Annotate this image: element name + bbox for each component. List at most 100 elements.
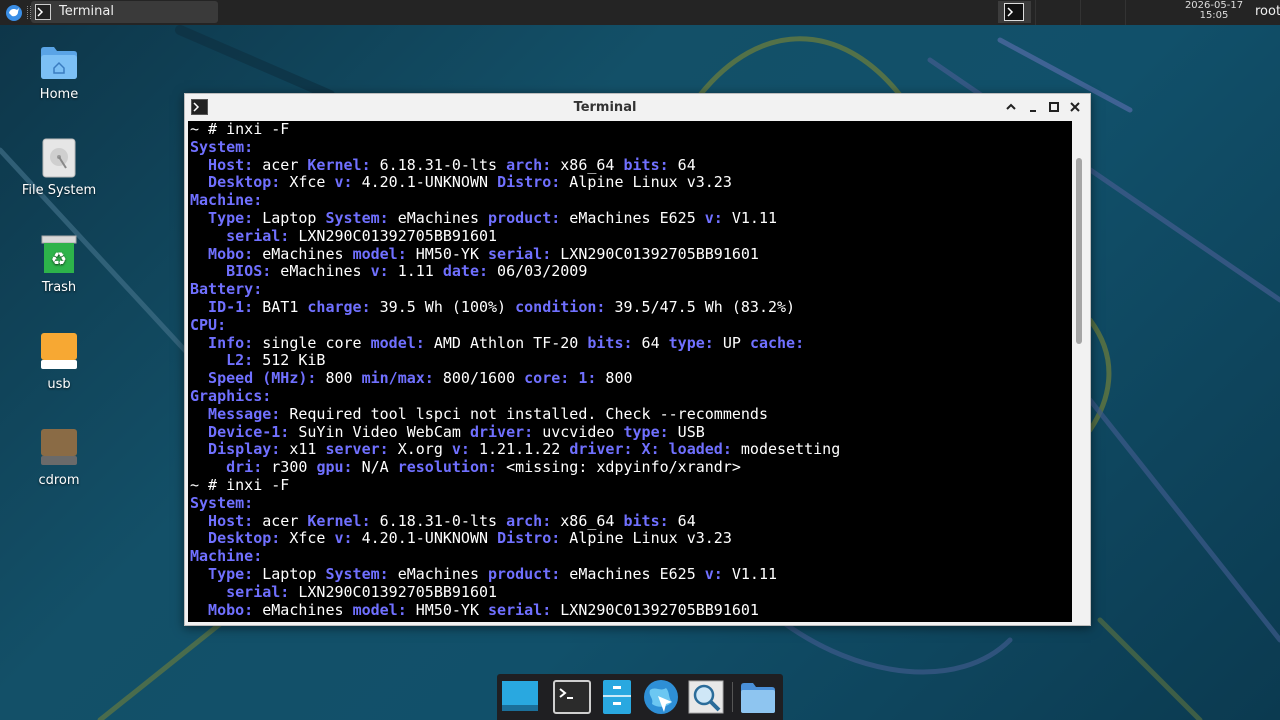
terminal-key: model: (370, 333, 425, 352)
terminal-value: LXN290C01392705BB91601 (289, 582, 498, 601)
desktop-icon-label: usb (47, 377, 71, 392)
terminal-key: type: (623, 422, 669, 441)
terminal-key: Graphics: (190, 386, 272, 405)
terminal-key: product: (488, 564, 561, 583)
window-title: Terminal (573, 100, 637, 115)
window-maximize-button[interactable] (1046, 99, 1062, 115)
terminal-scrollbar[interactable] (1072, 121, 1087, 622)
svg-text:♻: ♻ (51, 249, 67, 270)
terminal-line: Machine: (190, 547, 840, 566)
terminal-line: ~ # inxi -F (190, 121, 840, 139)
terminal-key: CPU: (190, 315, 227, 334)
terminal-line: Type: Laptop System: eMachines product: … (190, 564, 840, 584)
dock-app-finder[interactable] (687, 678, 725, 716)
terminal-value: BAT1 (253, 297, 308, 316)
desktop-icon-usb[interactable]: usb (15, 332, 103, 392)
terminal-line: Mobo: eMachines model: HM50-YK serial: L… (190, 244, 840, 264)
terminal-icon (553, 680, 591, 714)
terminal-line: L2: 512 KiB (190, 351, 840, 370)
user-name[interactable]: root (1255, 4, 1280, 19)
dock-show-desktop[interactable] (501, 678, 539, 716)
terminal-key: Desktop: (190, 173, 281, 192)
terminal-icon (35, 4, 51, 20)
terminal-key: min/max: (361, 369, 434, 388)
terminal-key: L2: (190, 351, 254, 370)
clock[interactable]: 2026-05-17 15:05 (1178, 1, 1250, 21)
terminal-value: eMachines (388, 564, 489, 583)
terminal-key: Machine: (190, 191, 263, 210)
terminal-key: Distro: (497, 173, 561, 192)
terminal-line: Battery: (190, 280, 840, 299)
terminal-value: X.org (388, 440, 452, 459)
terminal-key: System: (325, 208, 389, 227)
terminal-key: server: (325, 440, 389, 459)
terminal-value: Laptop (253, 208, 326, 227)
terminal-key: v: (370, 262, 389, 281)
terminal-key: Mobo: (190, 244, 254, 263)
terminal-value: N/A (352, 458, 398, 477)
desktop-icon-label: cdrom (38, 473, 80, 488)
terminal-value: Xfce (280, 173, 335, 192)
terminal-key: v: (334, 173, 353, 192)
terminal-line: CPU: (190, 315, 840, 335)
desktop-icon-label: Trash (41, 280, 77, 295)
cdrom-drive-icon (41, 429, 77, 465)
terminal-value: eMachines (253, 600, 353, 619)
terminal-value: LXN290C01392705BB91601 (551, 600, 759, 619)
terminal-key: serial: (488, 244, 552, 263)
window-close-button[interactable] (1067, 99, 1083, 115)
terminal-value: modesetting (731, 440, 841, 459)
terminal-key: resolution: (397, 458, 498, 477)
terminal-window[interactable]: Terminal ~ # inxi -F System: Host: acer K… (184, 93, 1091, 626)
terminal-lines: ~ # inxi -F System: Host: acer Kernel: 6.… (190, 121, 840, 619)
terminal-key: serial: (190, 226, 290, 245)
terminal-key: ID-1: (190, 297, 254, 316)
terminal-key: bits: (623, 155, 669, 174)
terminal-key: arch: (506, 511, 552, 530)
window-minimize-button[interactable] (1025, 99, 1041, 115)
terminal-value: 800 (596, 369, 633, 388)
terminal-output[interactable]: ~ # inxi -F System: Host: acer Kernel: 6.… (188, 121, 1072, 622)
window-shade-button[interactable] (1003, 99, 1019, 115)
dock-folder[interactable] (739, 678, 777, 716)
dock-file-manager[interactable] (598, 678, 636, 716)
dock-web-browser[interactable] (642, 678, 680, 716)
scrollbar-thumb[interactable] (1076, 158, 1082, 344)
terminal-key: System: (190, 137, 254, 156)
terminal-value: <missing: xdpyinfo/xrandr> (497, 458, 741, 477)
terminal-line: Desktop: Xfce v: 4.20.1-UNKNOWN Distro: … (190, 529, 840, 548)
terminal-value: eMachines E625 (560, 208, 705, 227)
terminal-value: HM50-YK (406, 600, 489, 619)
applications-menu-button[interactable] (4, 2, 24, 22)
terminal-key: Speed (MHz): (190, 369, 317, 388)
terminal-line: Device-1: SuYin Video WebCam driver: uvc… (190, 422, 840, 442)
panel-empty-cell (1035, 0, 1080, 25)
taskbar-terminal-button[interactable]: Terminal (31, 1, 218, 23)
terminal-value: AMD Athlon TF-20 (424, 333, 588, 352)
terminal-key: v: (704, 564, 723, 583)
terminal-line: Desktop: Xfce v: 4.20.1-UNKNOWN Distro: … (190, 173, 840, 192)
terminal-value: Laptop (253, 564, 326, 583)
terminal-key: date: (442, 262, 489, 281)
terminal-key: bits: (623, 511, 669, 530)
dock (497, 674, 783, 720)
trash-icon: ♻ (41, 235, 77, 273)
dock-terminal[interactable] (553, 678, 591, 716)
terminal-value: V1.11 (722, 564, 778, 583)
desktop-icon-file-system[interactable]: File System (15, 138, 103, 198)
terminal-value: 64 (632, 333, 669, 352)
terminal-launcher-button[interactable] (998, 1, 1031, 23)
desktop-icon-cdrom[interactable]: cdrom (15, 428, 103, 488)
terminal-value: V1.11 (722, 208, 778, 227)
terminal-line: ~ # inxi -F (190, 476, 840, 495)
window-titlebar[interactable]: Terminal (185, 94, 1090, 121)
terminal-value: 1.11 (388, 262, 443, 281)
terminal-key: serial: (488, 600, 552, 619)
folder-icon (741, 683, 775, 713)
terminal-line: Host: acer Kernel: 6.18.31-0-lts arch: x… (190, 155, 840, 175)
desktop-icon-home[interactable]: Home (15, 42, 103, 102)
desktop-icon-trash[interactable]: ♻ Trash (15, 235, 103, 295)
terminal-key: model: (352, 244, 407, 263)
panel-empty-cell (1125, 0, 1170, 25)
terminal-key: model: (352, 600, 407, 619)
